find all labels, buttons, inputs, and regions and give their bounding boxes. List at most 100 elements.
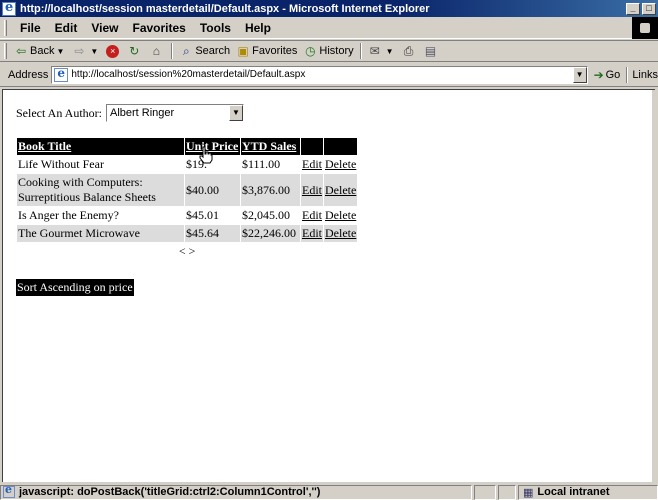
menu-favorites[interactable]: Favorites (125, 21, 192, 35)
refresh-button[interactable]: ↻ (124, 42, 146, 60)
cell-price: $40.00 (184, 173, 241, 207)
cell-sales: $2,045.00 (240, 206, 301, 225)
mail-icon: ✉ (369, 44, 380, 58)
cell-sales: $3,876.00 (240, 173, 301, 207)
hand-cursor-icon (199, 146, 213, 164)
stop-icon: × (106, 44, 120, 58)
edit-link[interactable]: Edit (300, 173, 324, 207)
cell-title: Cooking with Computers: Surreptitious Ba… (16, 173, 185, 207)
menu-tools[interactable]: Tools (193, 21, 238, 35)
menu-grip[interactable] (4, 19, 7, 36)
go-arrow-icon: ➔ (593, 67, 604, 82)
standard-toolbar: ⇦ Back ▼ ⇨ ▼ × ↻ ⌂ ⌕ Search ▣ Favorites … (0, 40, 658, 62)
pager-links[interactable]: < > (15, 242, 359, 261)
status-progress-pane (474, 484, 496, 500)
links-button[interactable]: Links (632, 69, 658, 81)
address-label: Address (8, 68, 49, 81)
history-button[interactable]: ◷ History (300, 42, 356, 60)
home-icon: ⌂ (152, 44, 160, 58)
table-row: Cooking with Computers: Surreptitious Ba… (16, 173, 359, 207)
menu-help[interactable]: Help (238, 21, 278, 35)
window-title: http://localhost/session masterdetail/De… (20, 2, 430, 15)
edit-link[interactable]: Edit (300, 224, 324, 243)
title-grid: Book Title Unit Price YTD Sales Life Wit… (15, 137, 359, 261)
forward-dropdown-icon[interactable]: ▼ (90, 47, 98, 56)
favorites-button[interactable]: ▣ Favorites (233, 42, 300, 60)
header-edit-col (300, 137, 324, 156)
print-button[interactable]: ⎙ (399, 42, 421, 60)
status-security-pane (498, 484, 516, 500)
go-label: Go (605, 68, 621, 81)
forward-arrow-icon: ⇨ (74, 44, 85, 58)
scrollbar-edge[interactable] (652, 90, 655, 482)
edit-link[interactable]: Edit (300, 206, 324, 225)
address-dropdown-icon[interactable]: ▼ (572, 66, 587, 83)
address-bar: Address http://localhost/session%20maste… (0, 63, 658, 87)
maximize-button[interactable]: □ (642, 2, 656, 15)
header-delete-col (322, 137, 359, 156)
history-icon: ◷ (305, 44, 316, 58)
grid-pager-row: < > (15, 242, 359, 261)
title-bar: http://localhost/session masterdetail/De… (0, 0, 658, 17)
edit-page-icon: ▤ (424, 44, 437, 58)
toolbar-separator (171, 43, 174, 59)
cell-price: $45.01 (184, 206, 241, 225)
toolbar-grip[interactable] (4, 43, 7, 59)
cell-sales: $111.00 (240, 155, 301, 174)
delete-link[interactable]: Delete (322, 206, 359, 225)
edit-page-button[interactable]: ▤ (421, 42, 443, 60)
cell-sales: $22,246.00 (240, 224, 301, 243)
author-select[interactable]: Albert Ringer ▼ (106, 104, 244, 122)
edit-link[interactable]: Edit (300, 155, 324, 174)
grid-header-row: Book Title Unit Price YTD Sales (16, 137, 359, 156)
delete-link[interactable]: Delete (322, 224, 359, 243)
toolbar-separator (359, 43, 362, 59)
go-button[interactable]: ➔ Go (594, 68, 621, 82)
cell-title: Life Without Fear (16, 155, 185, 174)
back-arrow-icon: ⇦ (15, 44, 27, 58)
favorites-folder-icon: ▣ (237, 44, 249, 58)
cell-title: Is Anger the Enemy? (16, 206, 185, 225)
delete-link[interactable]: Delete (322, 173, 359, 207)
mail-button[interactable]: ✉ ▼ (365, 42, 399, 60)
links-separator (626, 66, 629, 83)
history-label: History (319, 45, 354, 57)
menu-view[interactable]: View (84, 21, 125, 35)
status-zone-pane: ▦ Local intranet (518, 484, 658, 500)
mail-dropdown-icon[interactable]: ▼ (386, 47, 394, 56)
table-row: The Gourmet Microwave $45.64 $22,246.00 … (16, 224, 359, 243)
printer-icon: ⎙ (403, 44, 414, 58)
menu-file[interactable]: File (13, 21, 48, 35)
back-dropdown-icon[interactable]: ▼ (56, 47, 64, 56)
table-row: Life Without Fear $19. $111.00 Edit Dele… (16, 155, 359, 174)
address-input[interactable]: http://localhost/session%20masterdetail/… (51, 65, 588, 84)
stop-button[interactable]: × (103, 42, 124, 60)
delete-link[interactable]: Delete (322, 155, 359, 174)
search-icon: ⌕ (182, 44, 190, 58)
menu-edit[interactable]: Edit (48, 21, 85, 35)
page-icon (54, 66, 69, 82)
search-label: Search (195, 45, 231, 57)
page-status-icon (3, 486, 15, 498)
search-button[interactable]: ⌕ Search (176, 42, 233, 60)
windows-logo-icon (632, 17, 658, 39)
table-row: Is Anger the Enemy? $45.01 $2,045.00 Edi… (16, 206, 359, 225)
ie-icon (2, 0, 16, 16)
back-label: Back (30, 45, 55, 57)
back-button[interactable]: ⇦ Back ▼ (11, 42, 69, 60)
home-button[interactable]: ⌂ (146, 42, 168, 60)
menu-bar: File Edit View Favorites Tools Help (0, 17, 658, 39)
cell-title: The Gourmet Microwave (16, 224, 185, 243)
address-url[interactable]: http://localhost/session%20masterdetail/… (71, 69, 572, 80)
sort-status-label: Sort Ascending on price (16, 279, 134, 296)
forward-button[interactable]: ⇨ ▼ (69, 42, 103, 60)
header-book-title[interactable]: Book Title (16, 137, 185, 156)
status-text-pane: javascript: doPostBack('titleGrid:ctrl2:… (0, 484, 472, 500)
chevron-down-icon[interactable]: ▼ (229, 105, 243, 121)
cell-price: $45.64 (184, 224, 241, 243)
author-row: Select An Author: Albert Ringer ▼ (16, 104, 244, 122)
minimize-button[interactable]: _ (626, 2, 640, 15)
header-ytd-sales[interactable]: YTD Sales (240, 137, 301, 156)
intranet-zone-icon: ▦ (523, 486, 534, 499)
author-label: Select An Author: (16, 105, 102, 120)
